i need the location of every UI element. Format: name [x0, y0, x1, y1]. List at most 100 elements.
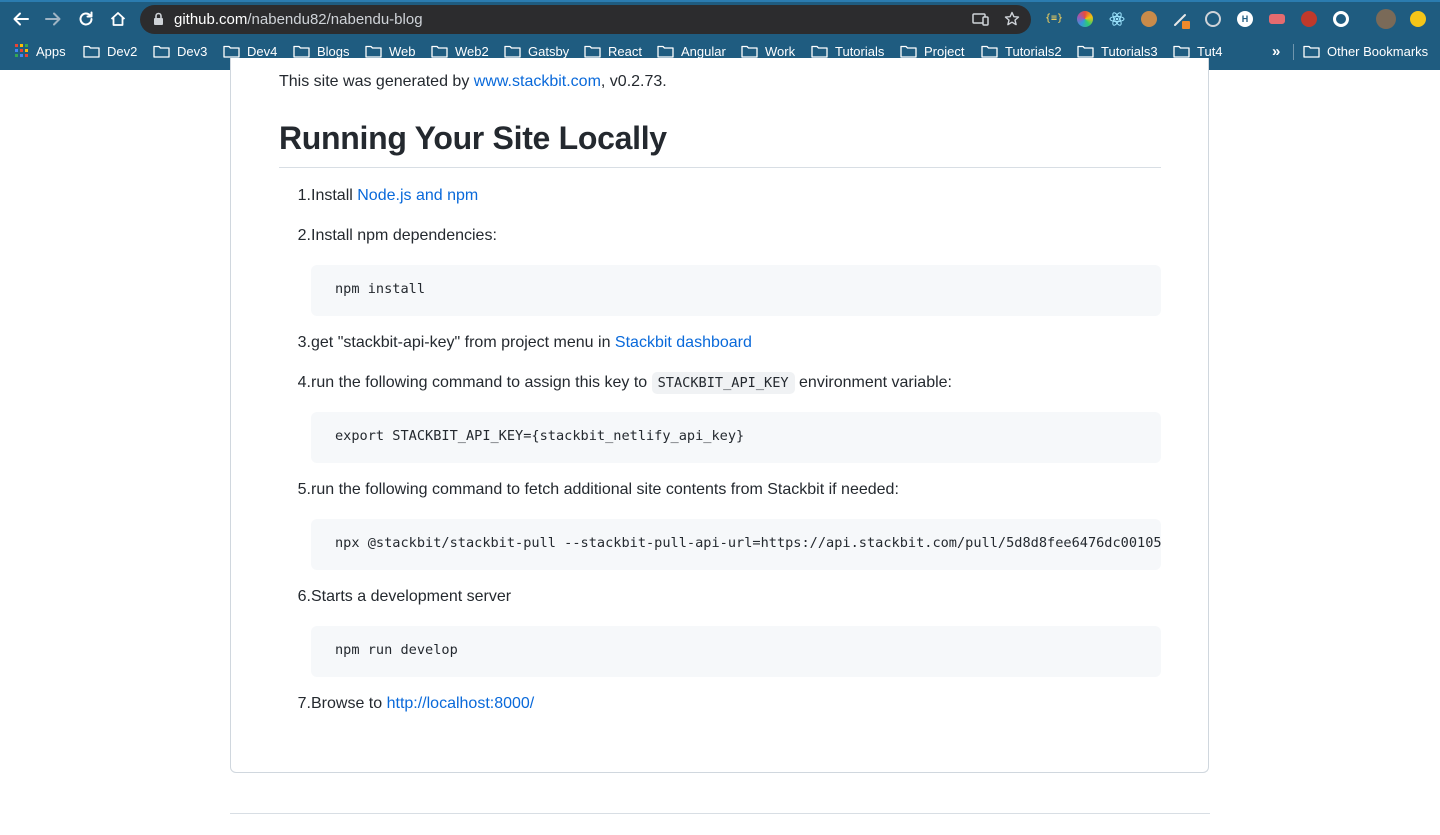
bookmark-label: Tutorials2	[1005, 43, 1062, 59]
code-block-npm-install[interactable]: npm install	[311, 265, 1161, 316]
step-3-text: get "stackbit-api-key" from project menu…	[311, 334, 752, 352]
folder-icon	[504, 45, 521, 58]
folder-icon	[431, 45, 448, 58]
other-bookmarks-folder[interactable]: Other Bookmarks	[1303, 42, 1428, 60]
step-7-text: Browse to http://localhost:8000/	[311, 695, 534, 713]
folder-icon	[293, 45, 310, 58]
reload-icon	[79, 11, 93, 26]
stackbit-link[interactable]: www.stackbit.com	[474, 73, 601, 90]
step-4-text: run the following command to assign this…	[311, 372, 952, 394]
extension-json-icon[interactable]: {≡}	[1045, 11, 1063, 27]
cast-button[interactable]	[971, 10, 989, 28]
code-text: npx @stackbit/stackbit-pull --stackbit-p…	[335, 535, 1161, 551]
code-block-npm-develop[interactable]: npm run develop	[311, 626, 1161, 677]
apps-grid-icon	[15, 44, 28, 57]
browser-toolbar: github.com/nabendu82/nabendu-blog {≡} H	[0, 2, 1440, 36]
bookmark-label: Web	[389, 43, 416, 59]
step-5-text: run the following command to fetch addit…	[311, 481, 899, 498]
react-icon	[1109, 12, 1125, 26]
step-number: 7.	[297, 695, 311, 712]
bookmark-label: React	[608, 43, 642, 59]
step-number: 2.	[297, 227, 311, 244]
code-block-export-key[interactable]: export STACKBIT_API_KEY={stackbit_netlif…	[311, 412, 1161, 463]
arrow-left-icon	[13, 12, 29, 26]
inline-code-api-key: STACKBIT_API_KEY	[651, 372, 795, 394]
code-text: export STACKBIT_API_KEY={stackbit_netlif…	[335, 428, 745, 444]
heading-divider	[279, 167, 1161, 168]
bookmark-label: Gatsby	[528, 43, 570, 59]
profile-avatar[interactable]	[1376, 9, 1396, 29]
bookmark-label: Dev2	[107, 43, 138, 59]
bookmarks-overflow-button[interactable]: »	[1272, 42, 1280, 60]
step-6-text: Starts a development server	[311, 588, 512, 605]
code-text: npm run develop	[335, 642, 458, 658]
bookmark-label: Dev4	[247, 43, 278, 59]
url-host: github.com	[174, 11, 248, 28]
extension-h-icon[interactable]: H	[1237, 11, 1253, 27]
extension-clock-icon[interactable]	[1333, 11, 1349, 27]
bookmark-folder[interactable]: Dev3	[153, 42, 207, 60]
bookmark-label: Tutorials3	[1101, 43, 1158, 59]
folder-icon	[811, 45, 828, 58]
generated-suffix: , v0.2.73.	[600, 73, 667, 90]
step-number: 1.	[297, 187, 311, 204]
reload-button[interactable]	[73, 6, 99, 32]
extension-react-icon[interactable]	[1109, 11, 1125, 27]
folder-icon	[1173, 45, 1190, 58]
cast-icon	[971, 13, 989, 26]
generated-prefix: This site was generated by	[279, 73, 474, 90]
bookmark-star-button[interactable]	[1003, 10, 1021, 28]
bookmark-label: Project	[924, 43, 965, 59]
bookmark-apps[interactable]: Apps	[15, 42, 66, 60]
stackbit-dashboard-link[interactable]: Stackbit dashboard	[615, 334, 752, 351]
folder-icon	[223, 45, 240, 58]
lock-icon	[154, 12, 163, 25]
bookmark-label: Web2	[455, 43, 489, 59]
bookmark-label: Work	[765, 43, 796, 59]
address-bar[interactable]: github.com/nabendu82/nabendu-blog	[140, 5, 1031, 34]
extension-video-icon[interactable]	[1269, 14, 1285, 24]
extension-ruby-icon[interactable]	[1301, 11, 1317, 27]
folder-icon	[153, 45, 170, 58]
back-button[interactable]	[8, 6, 34, 32]
forward-button[interactable]	[40, 6, 66, 32]
url-path: /nabendu82/nabendu-blog	[247, 11, 423, 28]
step-number: 4.	[297, 374, 311, 391]
footer-divider	[230, 813, 1210, 814]
folder-icon	[981, 45, 998, 58]
localhost-link[interactable]: http://localhost:8000/	[387, 695, 535, 712]
generated-by-text: This site was generated by www.stackbit.…	[279, 73, 667, 91]
step-text-prefix: get "stackbit-api-key" from project menu…	[311, 334, 615, 351]
pen-icon	[1174, 14, 1190, 29]
extension-smiley-icon[interactable]	[1410, 11, 1426, 27]
bookmarks-separator	[1293, 44, 1294, 60]
folder-icon	[741, 45, 758, 58]
extension-color-wheel-icon[interactable]	[1077, 11, 1093, 27]
arrow-right-icon	[45, 12, 61, 26]
step-text-prefix: Browse to	[311, 695, 387, 712]
bookmark-label: Apps	[36, 43, 66, 59]
step-1-text: Install Node.js and npm	[311, 187, 478, 205]
home-button[interactable]	[105, 6, 131, 32]
code-text: npm install	[335, 281, 426, 297]
step-text-prefix: run the following command to assign this…	[311, 374, 652, 391]
step-number: 3.	[297, 334, 311, 351]
step-number: 6.	[297, 588, 311, 605]
step-2-text: Install npm dependencies:	[311, 227, 497, 244]
step-number: 5.	[297, 481, 311, 498]
star-icon	[1004, 11, 1020, 26]
folder-icon	[1303, 45, 1320, 58]
extension-cookie-icon[interactable]	[1141, 11, 1157, 27]
bookmark-label: Angular	[681, 43, 726, 59]
bookmark-folder[interactable]: Dev2	[83, 42, 137, 60]
bookmark-label: Tut4	[1197, 43, 1223, 59]
folder-icon	[657, 45, 674, 58]
step-text-suffix: environment variable:	[794, 374, 952, 391]
extension-pen-icon[interactable]	[1173, 11, 1190, 29]
nodejs-npm-link[interactable]: Node.js and npm	[357, 187, 478, 204]
overflow-chevron-icon: »	[1272, 42, 1281, 60]
code-block-stackbit-pull[interactable]: npx @stackbit/stackbit-pull --stackbit-p…	[311, 519, 1161, 570]
bookmark-label: Blogs	[317, 43, 350, 59]
extension-target-icon[interactable]	[1205, 11, 1221, 27]
bookmark-label: Dev3	[177, 43, 208, 59]
